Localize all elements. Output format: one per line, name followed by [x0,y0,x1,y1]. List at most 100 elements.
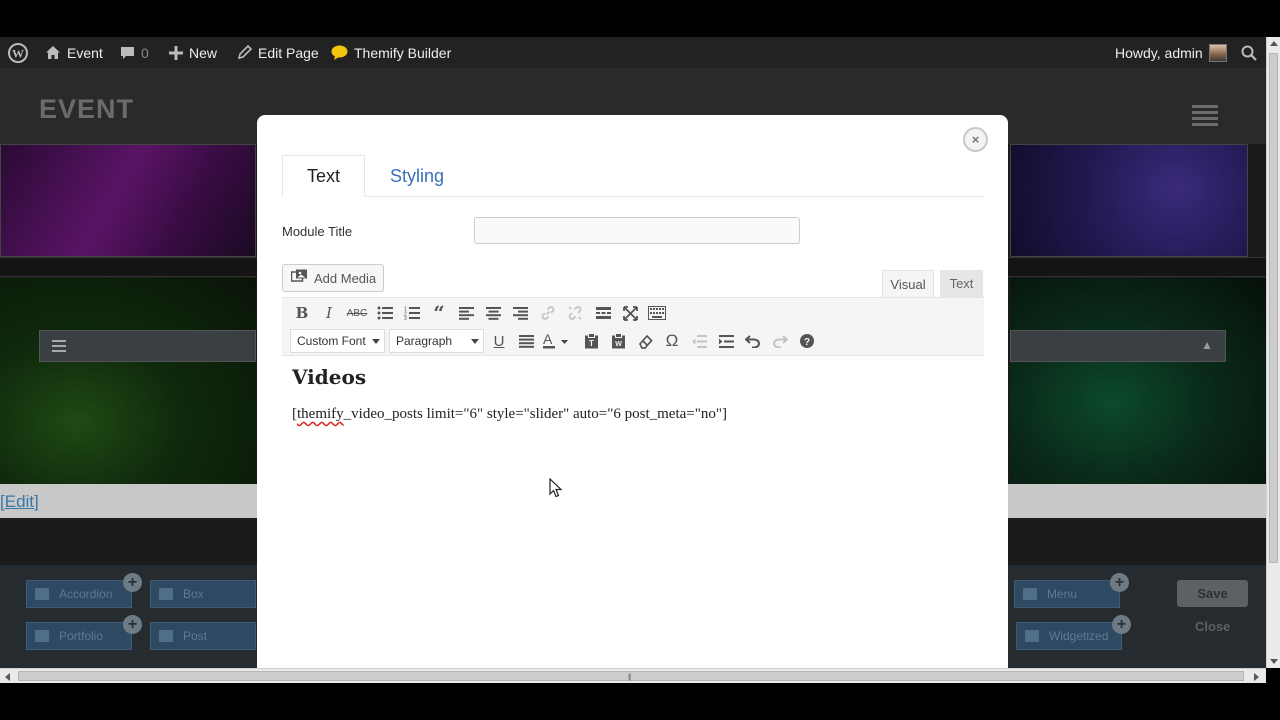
editor-content-area[interactable]: Videos [themify_video_posts limit="6" st… [282,357,984,668]
bold-icon[interactable]: B [291,302,313,324]
screen: W Event 0 New Edit Page Themify Builder … [0,0,1280,720]
edit-link-label: Edit [4,492,35,511]
paste-word-icon[interactable]: W [607,330,629,352]
redo-icon[interactable] [769,330,791,352]
toolbar-toggle-icon[interactable] [646,302,668,324]
builder-close-button[interactable]: Close [1195,619,1230,634]
builder-row-toolbar-right[interactable]: ▲ [1010,330,1226,362]
blockquote-icon[interactable]: “ [428,301,450,325]
unlink-icon[interactable] [564,302,586,324]
scroll-left-icon[interactable] [5,673,10,681]
indent-icon[interactable] [715,330,737,352]
chevron-down-icon [372,339,380,344]
post-icon [159,630,173,642]
numbered-list-icon[interactable]: 123 [401,302,423,324]
format-value: Paragraph [396,334,453,348]
vertical-scroll-thumb[interactable] [1269,53,1278,563]
outdent-icon[interactable] [688,330,710,352]
portfolio-icon [35,630,49,642]
wordpress-logo-icon[interactable]: W [8,37,28,68]
align-right-icon[interactable] [509,302,531,324]
edit-bracket-close: ] [34,492,39,511]
greeting-label: Howdy, admin [1115,44,1203,61]
strikethrough-icon[interactable]: ABC [346,302,368,324]
my-account-link[interactable]: Howdy, admin [1115,37,1227,68]
site-name-link[interactable]: Event [45,37,103,68]
media-icon [290,269,308,287]
row-menu-icon[interactable] [52,340,66,355]
fullscreen-icon[interactable] [619,302,641,324]
themify-builder-label: Themify Builder [354,44,452,61]
link-icon[interactable] [537,302,559,324]
themify-builder-icon [331,45,348,60]
svg-text:3: 3 [404,316,407,320]
edit-page-label: Edit Page [258,44,319,61]
help-icon[interactable]: ? [796,330,818,352]
builder-row-toolbar[interactable] [39,330,256,362]
add-portfolio-button[interactable]: + [123,615,142,634]
special-character-icon[interactable]: Ω [661,330,683,352]
scroll-right-icon[interactable] [1254,673,1259,681]
visual-mode-tab[interactable]: Visual [882,270,934,297]
vertical-scrollbar[interactable] [1266,37,1280,668]
shortcode-paragraph[interactable]: [themify_video_posts limit="6" style="sl… [292,406,727,423]
align-left-icon[interactable] [455,302,477,324]
module-accordion[interactable]: Accordion [26,580,132,608]
font-family-select[interactable]: Custom Font [290,329,385,353]
paste-text-icon[interactable]: T [580,330,602,352]
new-content-link[interactable]: New [169,37,217,68]
edit-page-link[interactable]: Edit Page [237,37,319,68]
module-widgetized[interactable]: Widgetized [1016,622,1122,650]
bullet-list-icon[interactable] [374,302,396,324]
text-color-icon[interactable]: A [542,330,572,352]
search-icon[interactable] [1241,37,1257,68]
row-background-right [1010,278,1266,484]
module-portfolio[interactable]: Portfolio [26,622,132,650]
italic-icon[interactable]: I [318,302,340,324]
comments-link[interactable]: 0 [120,37,149,68]
horizontal-scrollbar[interactable]: ||| [0,668,1266,683]
edit-link[interactable]: [Edit] [0,492,39,512]
tab-styling[interactable]: Styling [374,155,460,197]
browser-viewport: W Event 0 New Edit Page Themify Builder … [0,37,1266,668]
module-title-label: Module Title [282,224,353,239]
clear-formatting-icon[interactable] [634,330,656,352]
module-menu[interactable]: Menu [1014,580,1120,608]
comments-count: 0 [141,44,149,61]
module-label: Portfolio [59,629,104,643]
add-menu-button[interactable]: + [1110,573,1129,592]
format-select[interactable]: Paragraph [389,329,484,353]
box-icon [159,588,173,600]
module-box[interactable]: Box [150,580,256,608]
module-post[interactable]: Post [150,622,256,650]
collapse-icon[interactable]: ▲ [1201,338,1213,352]
svg-text:T: T [589,339,594,348]
align-center-icon[interactable] [482,302,504,324]
editor-heading[interactable]: Videos [292,365,366,389]
scroll-down-icon[interactable] [1270,659,1278,664]
hamburger-menu-icon[interactable] [1192,105,1218,126]
banner-image-left [0,144,256,257]
undo-icon[interactable] [742,330,764,352]
add-media-button[interactable]: Add Media [282,264,384,292]
misspelled-word: themify [297,406,344,422]
site-name-label: Event [67,44,103,61]
close-dialog-button[interactable]: × [963,127,988,152]
add-accordion-button[interactable]: + [123,573,142,592]
text-mode-tab[interactable]: Text [940,270,983,297]
accordion-icon [35,588,49,600]
read-more-icon[interactable] [592,302,614,324]
module-title-input[interactable] [474,217,800,244]
scroll-up-icon[interactable] [1270,41,1278,46]
new-label: New [189,44,218,61]
font-family-value: Custom Font [297,334,366,348]
underline-icon[interactable]: U [488,330,510,352]
horizontal-scroll-thumb[interactable]: ||| [18,671,1244,681]
add-widgetized-button[interactable]: + [1112,615,1131,634]
grip-icon: ||| [628,674,632,681]
justify-icon[interactable] [515,330,537,352]
builder-save-button[interactable]: Save [1177,580,1248,607]
tab-text[interactable]: Text [282,155,365,197]
chevron-down-icon [471,339,479,344]
themify-builder-link[interactable]: Themify Builder [331,37,451,68]
